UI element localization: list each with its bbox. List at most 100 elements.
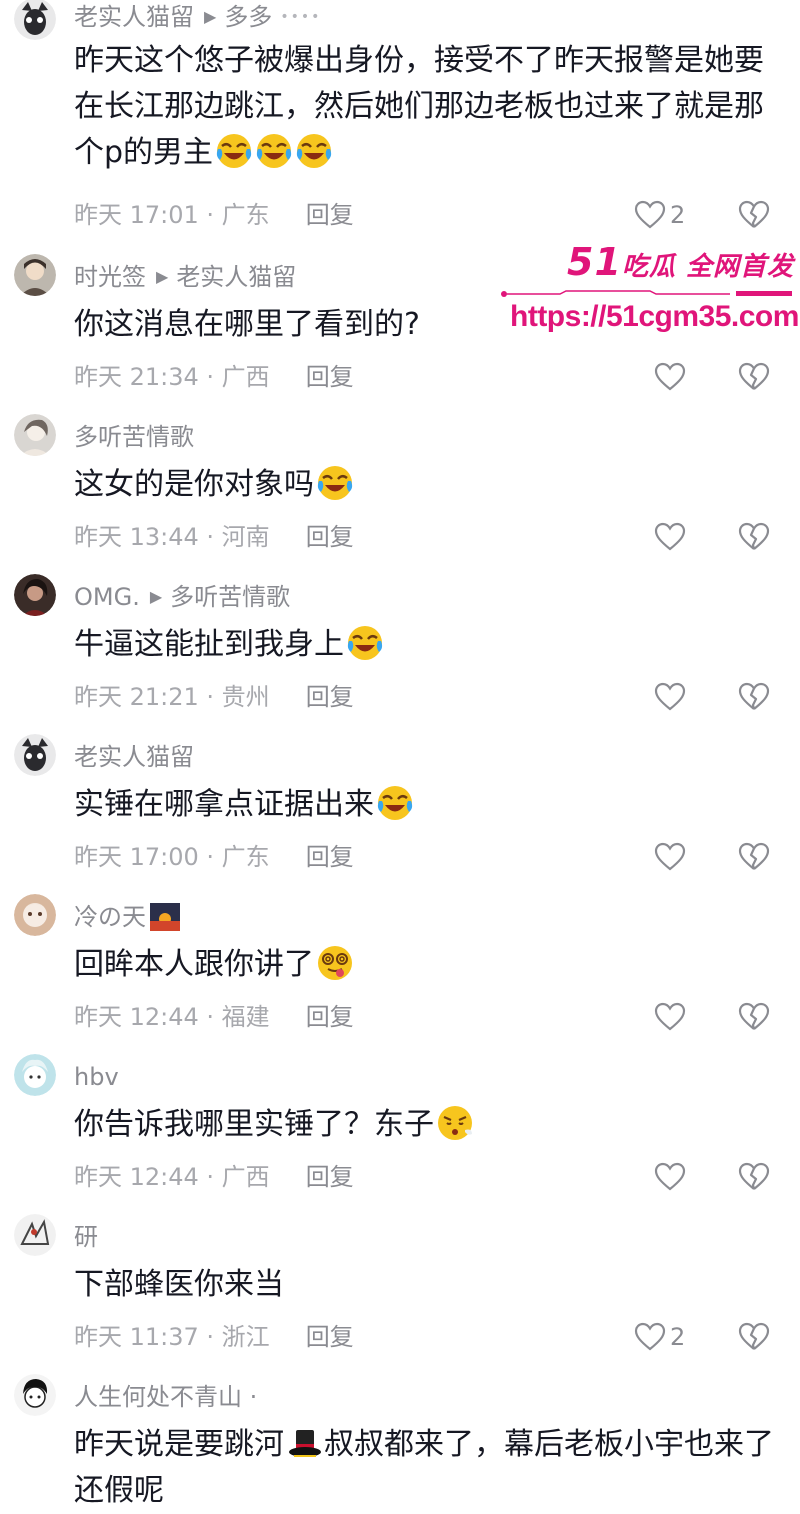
laugh-cry-emoji <box>296 134 332 168</box>
username[interactable]: 研 <box>74 1220 98 1254</box>
comment-text: 这女的是你对象吗 <box>74 462 774 508</box>
huff-emoji <box>438 1106 472 1140</box>
dislike-button[interactable] <box>738 1001 770 1033</box>
broken-heart-icon <box>738 362 770 390</box>
like-button[interactable] <box>654 840 686 874</box>
reply-to-username[interactable]: 多多 <box>224 0 272 34</box>
comment-username[interactable]: 研 <box>74 1220 98 1254</box>
comment-username[interactable]: 老实人猫留 <box>74 740 194 774</box>
comment-meta: 昨天 21:21 · 贵州 回复 <box>74 680 354 714</box>
comment-username[interactable]: 时光签 ▶ 老实人猫留 <box>74 260 296 294</box>
heart-icon <box>634 1322 666 1351</box>
like-button[interactable]: 2 <box>634 198 685 232</box>
comment-meta: 昨天 13:44 · 河南 回复 <box>74 520 354 554</box>
avatar[interactable] <box>14 1374 56 1416</box>
watermark-brand-number: 51 <box>567 240 622 284</box>
dizzy-tongue-emoji <box>318 946 352 980</box>
comment-text: 实锤在哪拿点证据出来 <box>74 782 774 828</box>
comment-text-content: 下部蜂医你来当 <box>74 1267 284 1302</box>
avatar[interactable] <box>14 734 56 776</box>
reply-button[interactable]: 回复 <box>306 840 354 874</box>
comment-text-content: 牛逼这能扯到我身上 <box>74 627 344 662</box>
heart-icon <box>654 1162 686 1191</box>
like-button[interactable] <box>654 1000 686 1034</box>
username[interactable]: 多听苦情歌 <box>74 420 194 454</box>
like-button[interactable]: 2 <box>634 1320 685 1354</box>
like-button[interactable] <box>654 680 686 714</box>
watermark-url: https://51cgm35.com <box>510 300 799 333</box>
broken-heart-icon <box>738 1002 770 1030</box>
heart-icon <box>654 842 686 871</box>
heart-icon <box>654 362 686 391</box>
reply-button[interactable]: 回复 <box>306 1000 354 1034</box>
comment-username[interactable]: 冷の天 <box>74 900 180 934</box>
broken-heart-icon <box>738 522 770 550</box>
username[interactable]: OMG. <box>74 580 140 614</box>
dislike-button[interactable] <box>738 841 770 873</box>
comment-username[interactable]: 人生何处不青山 · <box>74 1380 257 1414</box>
like-button[interactable] <box>654 360 686 394</box>
comment-username[interactable]: OMG. ▶ 多听苦情歌 <box>74 580 290 614</box>
comment-text-content: 昨天说是要跳河 <box>74 1427 284 1462</box>
comment-username[interactable]: 多听苦情歌 <box>74 420 194 454</box>
heart-icon <box>654 682 686 711</box>
comment-username[interactable]: 老实人猫留 ▶ 多多 •••• <box>74 0 321 34</box>
heart-icon <box>654 522 686 551</box>
like-button[interactable] <box>654 520 686 554</box>
reply-arrow-icon: ▶ <box>156 267 169 286</box>
username[interactable]: 冷の天 <box>74 900 146 934</box>
comment-time-location: 昨天 13:44 · 河南 <box>74 523 270 551</box>
reply-arrow-icon: ▶ <box>149 587 163 606</box>
reply-button[interactable]: 回复 <box>306 1320 354 1354</box>
avatar[interactable] <box>14 414 56 456</box>
reply-to-username[interactable]: 老实人猫留 <box>176 260 296 294</box>
dislike-button[interactable] <box>738 681 770 713</box>
reply-button[interactable]: 回复 <box>306 360 354 394</box>
laugh-cry-emoji <box>216 134 252 168</box>
comment-text-content: 昨天这个悠子被爆出身份，接受不了昨天报警是她要在长江那边跳江，然后她们那边老板也… <box>74 43 764 170</box>
laugh-cry-emoji <box>256 134 292 168</box>
comment-time-location: 昨天 21:34 · 广西 <box>74 363 270 391</box>
comment-text-content: 回眸本人跟你讲了 <box>74 947 314 982</box>
username[interactable]: 老实人猫留 <box>74 740 194 774</box>
comment-time-location: 昨天 21:21 · 贵州 <box>74 683 270 711</box>
comment-username[interactable]: hbv <box>74 1060 119 1094</box>
avatar[interactable] <box>14 1214 56 1256</box>
username[interactable]: hbv <box>74 1060 119 1094</box>
laugh-cry-emoji <box>347 626 383 660</box>
username[interactable]: 人生何处不青山 · <box>74 1380 257 1414</box>
like-button[interactable] <box>654 1160 686 1194</box>
reply-to-username[interactable]: 多听苦情歌 <box>170 580 290 614</box>
comment-meta: 昨天 12:44 · 福建 回复 <box>74 1000 354 1034</box>
dislike-button[interactable] <box>738 361 770 393</box>
watermark-brand: 51吃瓜 全网首发 <box>567 240 794 284</box>
like-count: 2 <box>670 201 686 229</box>
reply-button[interactable]: 回复 <box>306 198 354 232</box>
dislike-button[interactable] <box>738 1161 770 1193</box>
watermark-brand-text: 吃瓜 全网首发 <box>621 252 794 282</box>
comment-meta: 昨天 21:34 · 广西 回复 <box>74 360 354 394</box>
comment-meta: 昨天 17:01 · 广东 回复 <box>74 198 354 232</box>
reply-button[interactable]: 回复 <box>306 680 354 714</box>
avatar[interactable] <box>14 254 56 296</box>
comment-time-location: 昨天 11:37 · 浙江 <box>74 1323 270 1351</box>
reply-button[interactable]: 回复 <box>306 1160 354 1194</box>
avatar[interactable] <box>14 894 56 936</box>
avatar[interactable] <box>14 574 56 616</box>
dislike-button[interactable] <box>738 1321 770 1353</box>
sunset-emoji <box>150 903 180 931</box>
top-hat-emoji <box>289 1430 321 1457</box>
comment-text: 牛逼这能扯到我身上 <box>74 622 774 668</box>
broken-heart-icon <box>738 1322 770 1350</box>
dislike-button[interactable] <box>738 199 770 231</box>
broken-heart-icon <box>738 682 770 710</box>
username[interactable]: 老实人猫留 <box>74 0 194 34</box>
watermark: 51吃瓜 全网首发 https://51cgm35.com <box>500 234 800 344</box>
broken-heart-icon <box>738 842 770 870</box>
dislike-button[interactable] <box>738 521 770 553</box>
laugh-cry-emoji <box>317 466 353 500</box>
avatar[interactable] <box>14 0 56 40</box>
reply-button[interactable]: 回复 <box>306 520 354 554</box>
username[interactable]: 时光签 <box>74 260 146 294</box>
avatar[interactable] <box>14 1054 56 1096</box>
